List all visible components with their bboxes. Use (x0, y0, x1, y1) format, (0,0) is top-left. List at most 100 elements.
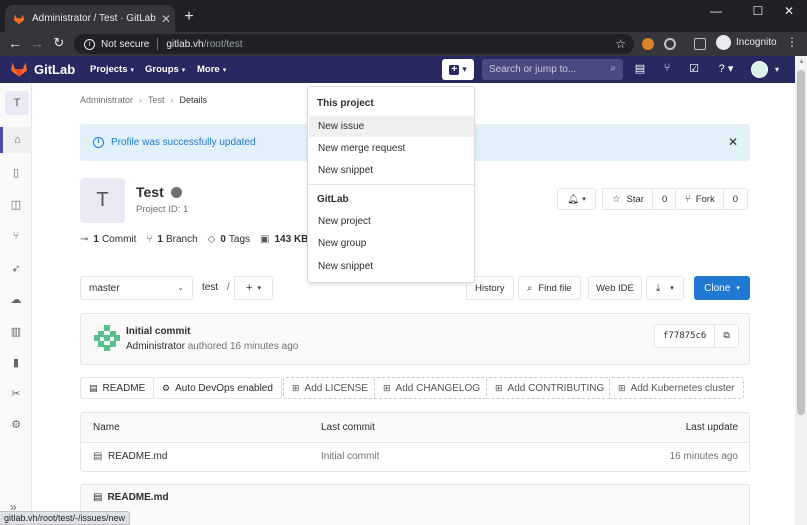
sidebar-item-settings[interactable]: ⚙ (0, 411, 32, 437)
tags-label: Tags (228, 234, 251, 245)
vertical-scrollbar[interactable]: ▲ (795, 56, 807, 525)
project-title: Test (136, 184, 182, 200)
add-changelog-label: Add CHANGELOG (395, 382, 481, 394)
forward-icon[interactable]: → (28, 35, 46, 51)
readme-panel: ▤ README.md (80, 484, 750, 525)
file-icon: ▤ (89, 382, 98, 393)
scroll-up-icon[interactable]: ▲ (798, 58, 805, 65)
reload-icon[interactable]: ↻ (50, 35, 68, 51)
incognito-indicator[interactable]: Incognito (716, 35, 777, 50)
menu-item-new-project[interactable]: New project (309, 211, 474, 232)
search-input[interactable]: Search or jump to... ⌕ (482, 59, 623, 80)
sidebar-item-analytics[interactable]: ▥ (0, 318, 32, 344)
fork-icon: ⑂ (685, 193, 691, 205)
star-count[interactable]: 0 (651, 189, 676, 209)
add-changelog-button[interactable]: ⊞ Add CHANGELOG (374, 377, 490, 399)
maximize-icon[interactable]: ☐ (744, 4, 772, 18)
file-updated: 16 minutes ago (669, 451, 738, 462)
path-root[interactable]: test (202, 282, 218, 293)
commit-meta: Administrator authored 16 minutes ago (126, 341, 298, 352)
nav-groups[interactable]: Groups ▾ (145, 64, 185, 75)
user-avatar[interactable] (751, 61, 768, 78)
project-avatar[interactable]: T (5, 91, 29, 115)
clone-button[interactable]: Clone ▾ (694, 276, 750, 300)
new-tab-icon[interactable]: + (181, 8, 197, 26)
close-icon[interactable]: ✕ (728, 135, 738, 149)
breadcrumb-test[interactable]: Test (148, 95, 165, 105)
menu-item-new-issue[interactable]: New issue (309, 116, 474, 137)
rocket-icon: ➶ (11, 262, 21, 275)
security-label: Not secure (101, 38, 150, 50)
sidebar-item-project-overview[interactable]: ⌂ (0, 127, 32, 153)
incognito-icon (716, 35, 731, 50)
sidebar-item-operations[interactable]: ☁ (0, 286, 32, 312)
menu-item-new-merge-request[interactable]: New merge request (309, 138, 474, 159)
menu-item-new-snippet-gitlab[interactable]: New snippet (309, 256, 474, 277)
file-commit[interactable]: Initial commit (321, 451, 379, 462)
sidebar-item-repository[interactable]: ▯ (0, 159, 32, 185)
tanuki-icon (11, 62, 27, 77)
copy-icon[interactable]: ⧉ (714, 325, 737, 347)
add-kubernetes-button[interactable]: ⊞ Add Kubernetes cluster (609, 377, 744, 399)
window-close-icon[interactable]: ✕ (775, 4, 803, 18)
sidebar-item-merge-requests[interactable]: ⑂ (0, 223, 32, 249)
add-license-button[interactable]: ⊞ Add LICENSE (283, 377, 377, 399)
branches-stat[interactable]: ⑂ 1 Branch (146, 234, 197, 245)
browser-tab[interactable]: Administrator / Test · GitLab ✕ (5, 5, 175, 32)
menu-item-new-snippet-project[interactable]: New snippet (309, 160, 474, 181)
auto-devops-button[interactable]: ⚙ Auto DevOps enabled (153, 377, 282, 399)
commits-stat[interactable]: ⊸ 1 Commit (80, 234, 136, 245)
tags-stat[interactable]: ◇ 0 Tags (208, 234, 250, 245)
sidebar-item-snippets[interactable]: ✂ (0, 380, 32, 406)
merge-requests-icon[interactable]: ⑂ (659, 62, 675, 74)
gitlab-logo[interactable]: GitLab (10, 61, 75, 77)
bookmark-star-icon[interactable]: ☆ (615, 37, 626, 51)
add-contributing-button[interactable]: ⊞ Add CONTRIBUTING (486, 377, 614, 399)
tab-close-icon[interactable]: ✕ (157, 12, 175, 26)
gear-icon: ⚙ (11, 418, 21, 431)
commit-author-avatar[interactable] (92, 323, 122, 353)
branches-count: 1 (157, 234, 163, 245)
extension-circle-icon[interactable] (664, 38, 676, 50)
minimize-icon[interactable]: — (702, 4, 730, 18)
add-file-dropdown[interactable]: + ▾ (234, 276, 273, 300)
info-icon[interactable]: i (84, 38, 95, 50)
fork-count[interactable]: 0 (722, 189, 747, 209)
chevron-right-icon: › (170, 95, 174, 105)
find-file-button[interactable]: ⌕ Find file (518, 276, 581, 300)
sidebar-item-issues[interactable]: ◫ (0, 191, 32, 217)
chevron-down-icon[interactable]: ▾ (769, 65, 785, 74)
branch-icon: ⑂ (146, 234, 153, 245)
new-dropdown-button[interactable]: + ▾ (442, 59, 474, 80)
address-bar[interactable]: i Not secure gitlab.vh/root/test ☆ (74, 34, 634, 54)
back-icon[interactable]: ← (6, 35, 24, 51)
nav-projects[interactable]: Projects ▾ (90, 64, 134, 75)
sidebar-item-ci-cd[interactable]: ➶ (0, 255, 32, 281)
scrollbar-thumb[interactable] (797, 70, 805, 415)
search-placeholder: Search or jump to... (489, 64, 577, 75)
cast-icon[interactable] (694, 38, 706, 50)
star-button[interactable]: ☆ Star 0 (602, 188, 678, 210)
readme-button[interactable]: ▤ README (80, 377, 155, 399)
commit-sha-value[interactable]: f77875c6 (655, 331, 714, 341)
nav-more[interactable]: More ▾ (197, 64, 226, 75)
breadcrumb-details[interactable]: Details (180, 95, 208, 105)
fork-button[interactable]: ⑂ Fork 0 (675, 188, 748, 210)
breadcrumb-administrator[interactable]: Administrator (80, 95, 133, 105)
notification-dropdown[interactable]: 🔔︎ ▾ (557, 188, 596, 210)
file-name[interactable]: README.md (108, 451, 167, 462)
download-dropdown[interactable]: ⤓ ▾ (646, 276, 684, 300)
web-ide-button[interactable]: Web IDE (588, 276, 642, 300)
commit-message[interactable]: Initial commit (126, 326, 190, 337)
issues-icon[interactable]: ▤ (632, 62, 648, 75)
nav-projects-label: Projects (90, 64, 128, 75)
browser-menu-icon[interactable]: ⋮ (783, 35, 801, 49)
sidebar-item-wiki[interactable]: ▮ (0, 349, 32, 375)
extension-cookie-icon[interactable] (642, 38, 654, 50)
readme-title[interactable]: README.md (107, 492, 168, 503)
commit-author[interactable]: Administrator (126, 341, 185, 352)
branch-selector[interactable]: master ⌄ (80, 276, 193, 300)
menu-item-new-group[interactable]: New group (309, 233, 474, 254)
help-icon[interactable]: ? ▾ (713, 62, 739, 75)
todos-icon[interactable]: ☑ (686, 62, 702, 75)
